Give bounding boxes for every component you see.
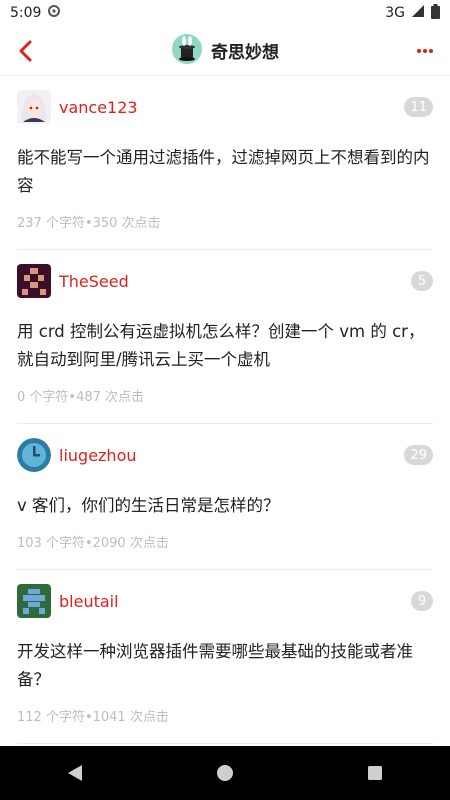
username[interactable]: vance123: [59, 98, 138, 117]
topic-title[interactable]: 用 crd 控制公有运虚拟机怎么样？创建一个 vm 的 cr，就自动到阿里/腾讯…: [17, 318, 433, 374]
reply-count-badge: 5: [411, 271, 433, 291]
reply-count-badge: 11: [404, 97, 433, 117]
signal-icon: [411, 4, 425, 22]
more-dots-icon: [417, 49, 433, 53]
node-logo-icon: [171, 33, 203, 69]
status-bar: 5:09 3G: [0, 0, 450, 26]
circle-home-icon: [217, 765, 233, 781]
topic-item[interactable]: vance123 11 能不能写一个通用过滤插件，过滤掉网页上不想看到的内容 2…: [17, 76, 433, 250]
battery-icon: [431, 3, 440, 23]
topic-title[interactable]: 能不能写一个通用过滤插件，过滤掉网页上不想看到的内容: [17, 144, 433, 200]
topic-item[interactable]: liugezhou 29 v 客们，你们的生活日常是怎样的？ 103 个字符•2…: [17, 424, 433, 570]
notification-icon: [47, 4, 61, 22]
system-nav-bar: [0, 746, 450, 800]
topic-meta: 103 个字符•2090 次点击: [17, 536, 169, 551]
username[interactable]: bleutail: [59, 592, 119, 611]
app-bar: 奇思妙想: [0, 26, 450, 76]
status-time: 5:09: [10, 5, 42, 21]
page-title: 奇思妙想: [211, 43, 279, 63]
triangle-back-icon: [68, 765, 82, 781]
topic-list: vance123 11 能不能写一个通用过滤插件，过滤掉网页上不想看到的内容 2…: [0, 76, 450, 746]
topic-meta: 112 个字符•1041 次点击: [17, 710, 169, 725]
chevron-left-icon: [19, 40, 32, 62]
avatar[interactable]: [17, 438, 51, 472]
username[interactable]: liugezhou: [59, 446, 137, 465]
reply-count-badge: 29: [404, 445, 433, 465]
network-type: 3G: [385, 5, 405, 21]
topic-meta: 237 个字符•350 次点击: [17, 216, 161, 231]
topic-item[interactable]: bleutail 9 开发这样一种浏览器插件需要哪些最基础的技能或者准备？ 11…: [17, 570, 433, 744]
topic-meta: 0 个字符•487 次点击: [17, 390, 145, 405]
back-button[interactable]: [10, 34, 40, 68]
avatar[interactable]: [17, 90, 51, 124]
topic-title[interactable]: v 客们，你们的生活日常是怎样的？: [17, 492, 433, 520]
nav-back-button[interactable]: [55, 753, 95, 793]
topic-title[interactable]: 开发这样一种浏览器插件需要哪些最基础的技能或者准备？: [17, 638, 433, 694]
more-button[interactable]: [410, 34, 440, 68]
username[interactable]: TheSeed: [59, 272, 129, 291]
avatar[interactable]: [17, 584, 51, 618]
nav-home-button[interactable]: [205, 753, 245, 793]
square-recents-icon: [368, 766, 382, 780]
topic-item[interactable]: TheSeed 5 用 crd 控制公有运虚拟机怎么样？创建一个 vm 的 cr…: [17, 250, 433, 424]
reply-count-badge: 9: [411, 591, 433, 611]
avatar[interactable]: [17, 264, 51, 298]
nav-recents-button[interactable]: [355, 753, 395, 793]
